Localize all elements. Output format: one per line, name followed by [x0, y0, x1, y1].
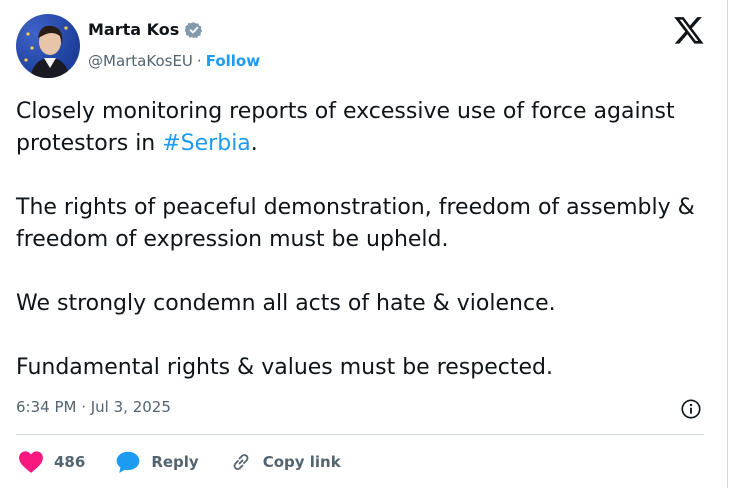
avatar[interactable] — [16, 14, 80, 78]
copy-link-button[interactable]: Copy link — [229, 450, 341, 474]
author-name[interactable]: Marta Kos — [88, 20, 179, 39]
author-handle-row: @MartaKosEU · Follow — [88, 52, 260, 70]
like-button[interactable]: 486 — [18, 450, 85, 474]
divider — [16, 434, 704, 435]
reply-button[interactable]: Reply — [115, 450, 199, 474]
copy-link-label: Copy link — [262, 453, 341, 471]
tweet-text-suffix: . — [250, 131, 258, 156]
tweet-paragraph-4: Fundamental rights & values must be resp… — [16, 355, 553, 380]
reply-label: Reply — [151, 453, 199, 471]
hashtag-link[interactable]: #Serbia — [162, 131, 251, 156]
timestamp[interactable]: 6:34 PM · Jul 3, 2025 — [16, 398, 171, 416]
author-name-row: Marta Kos — [88, 20, 203, 39]
heart-icon — [19, 451, 43, 473]
tweet-paragraph-1: Closely monitoring reports of excessive … — [16, 96, 696, 160]
follow-button[interactable]: Follow — [206, 52, 260, 70]
tweet-paragraph-2: The rights of peaceful demonstration, fr… — [16, 195, 695, 252]
reply-bubble-icon — [116, 451, 140, 473]
verified-badge-icon — [184, 21, 203, 39]
author-handle[interactable]: @MartaKosEU — [88, 52, 193, 70]
likes-count: 486 — [54, 453, 86, 471]
link-icon — [233, 454, 249, 470]
tweet-card: Marta Kos @MartaKosEU · Follow Closely m… — [0, 0, 728, 488]
info-icon[interactable] — [680, 398, 702, 420]
x-logo-icon[interactable] — [673, 14, 705, 46]
tweet-body: Closely monitoring reports of excessive … — [16, 96, 696, 416]
tweet-paragraph-3: We strongly condemn all acts of hate & v… — [16, 291, 556, 316]
action-bar: 486 Reply Copy link — [18, 450, 371, 474]
tweet-text-prefix: Closely monitoring reports of excessive … — [16, 99, 675, 156]
handle-separator: · — [196, 52, 202, 70]
